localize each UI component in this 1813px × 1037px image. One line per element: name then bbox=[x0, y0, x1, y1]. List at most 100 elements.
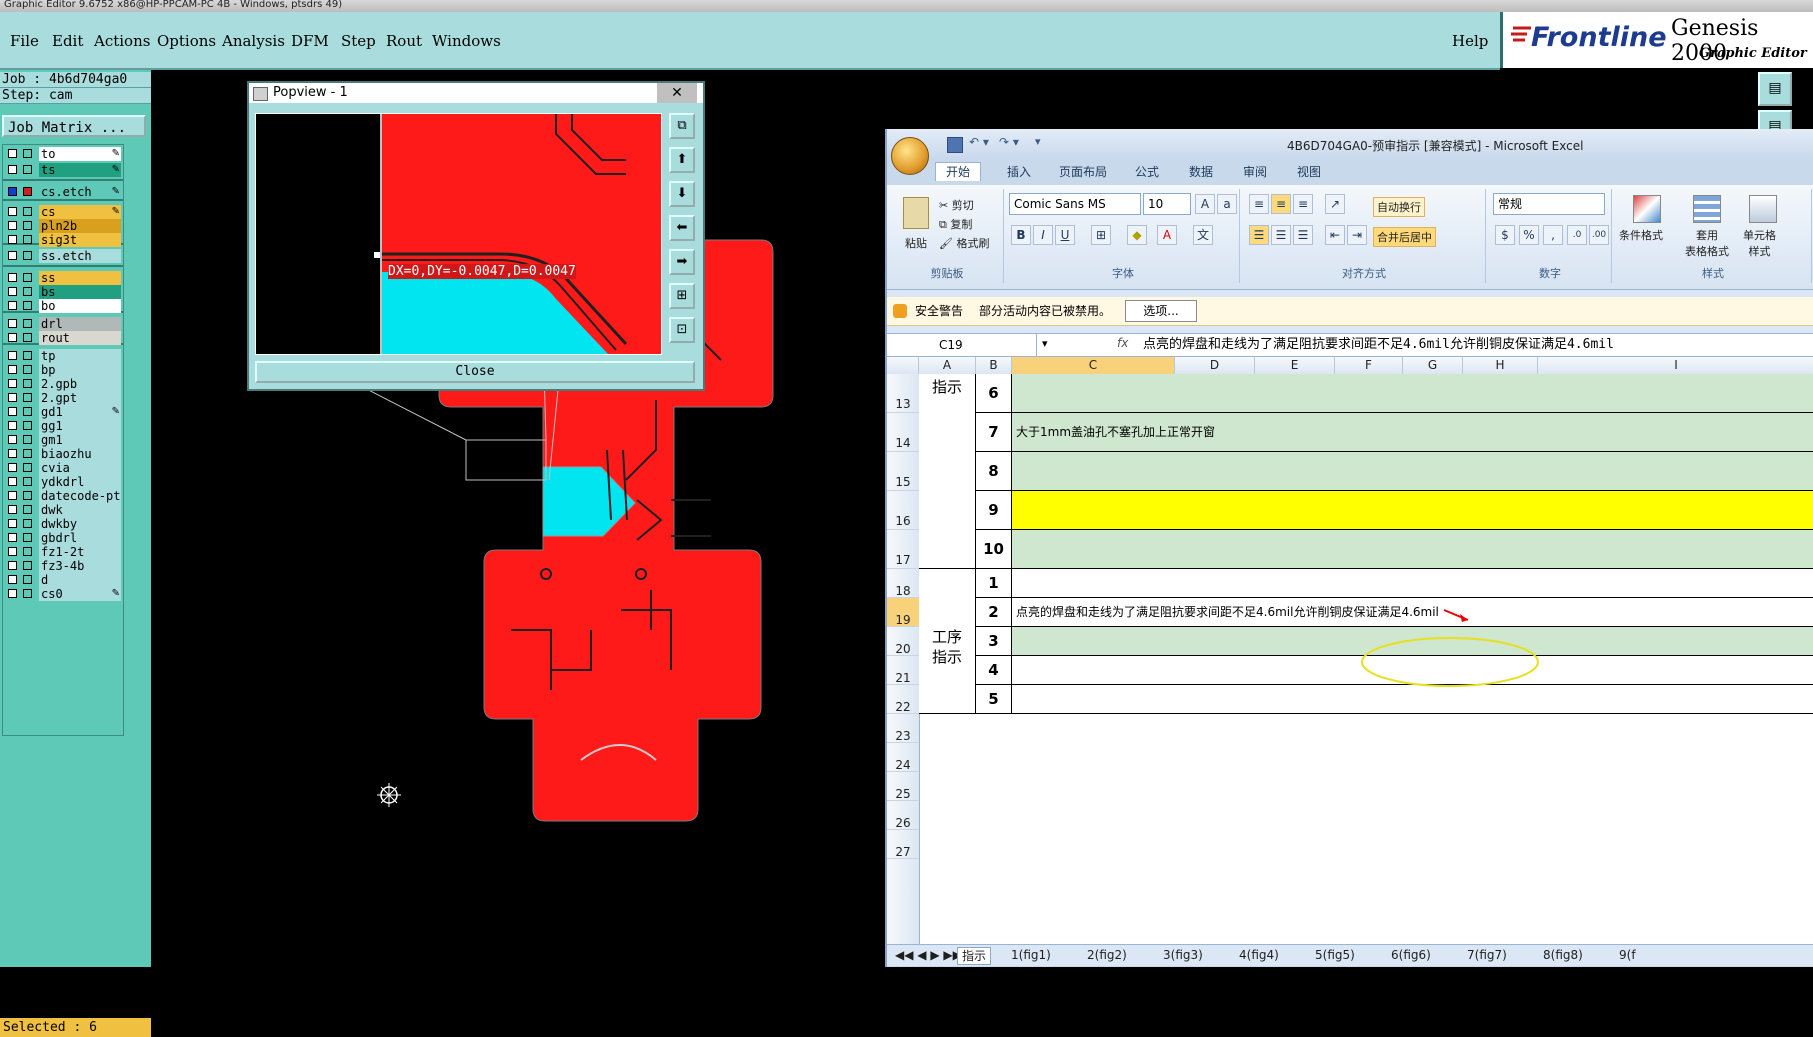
layer-display-checkbox[interactable] bbox=[8, 301, 17, 310]
column-header[interactable]: D bbox=[1175, 357, 1255, 374]
close-icon[interactable]: ✕ bbox=[657, 83, 697, 103]
orientation-icon[interactable]: ↗ bbox=[1325, 194, 1345, 214]
layer-display-checkbox[interactable] bbox=[8, 235, 17, 244]
table-row[interactable]: 8 bbox=[976, 452, 1813, 491]
paste-icon[interactable] bbox=[903, 197, 929, 229]
row-header[interactable]: 24 bbox=[887, 743, 919, 772]
table-row[interactable]: 7 大于1mm盖油孔不塞孔加上正常开窗 bbox=[976, 413, 1813, 452]
table-format-icon[interactable] bbox=[1693, 195, 1721, 223]
layer-affected-checkbox[interactable] bbox=[23, 435, 32, 444]
layer-affected-checkbox[interactable] bbox=[23, 379, 32, 388]
layer-display-checkbox[interactable] bbox=[8, 393, 17, 402]
tab-review[interactable]: 审阅 bbox=[1243, 163, 1267, 181]
row-header[interactable]: 20 bbox=[887, 627, 919, 656]
layer-row[interactable]: bo bbox=[3, 299, 123, 313]
layer-display-checkbox[interactable] bbox=[8, 149, 17, 158]
layer-name[interactable]: ss bbox=[39, 271, 121, 285]
layer-affected-checkbox[interactable] bbox=[23, 333, 32, 342]
layer-name[interactable]: to bbox=[39, 147, 121, 161]
layer-display-checkbox[interactable] bbox=[8, 319, 17, 328]
layer-display-checkbox[interactable] bbox=[8, 547, 17, 556]
layer-affected-checkbox[interactable] bbox=[23, 449, 32, 458]
layer-display-checkbox[interactable] bbox=[8, 273, 17, 282]
layer-display-checkbox[interactable] bbox=[8, 575, 17, 584]
row-header[interactable]: 27 bbox=[887, 830, 919, 859]
layer-affected-checkbox[interactable] bbox=[23, 365, 32, 374]
shrink-font-icon[interactable]: a bbox=[1217, 194, 1237, 214]
layer-display-checkbox[interactable] bbox=[8, 165, 17, 174]
layer-affected-checkbox[interactable] bbox=[23, 505, 32, 514]
layer-row[interactable]: ss bbox=[3, 271, 123, 285]
layer-row[interactable]: cs.etch ✎ bbox=[3, 185, 123, 199]
layer-row[interactable]: gg1 bbox=[3, 419, 123, 433]
security-options-button[interactable]: 选项... bbox=[1125, 300, 1197, 322]
pan-right-icon[interactable]: ➡ bbox=[669, 249, 695, 275]
menu-analysis[interactable]: Analysis bbox=[222, 32, 285, 50]
conditional-format-button[interactable]: 条件格式 bbox=[1619, 227, 1663, 243]
layer-display-checkbox[interactable] bbox=[8, 251, 17, 260]
menu-help[interactable]: Help bbox=[1452, 32, 1488, 50]
comma-icon[interactable]: , bbox=[1543, 225, 1563, 245]
layer-name[interactable]: dwk bbox=[39, 503, 121, 517]
paste-button[interactable]: 粘贴 bbox=[905, 235, 927, 251]
column-header[interactable]: C bbox=[1012, 357, 1175, 374]
excel-titlebar[interactable]: ↶ ▾ ↷ ▾ ▾ 4B6D704GA0-预审指示 [兼容模式] - Micro… bbox=[887, 129, 1813, 159]
pan-up-icon[interactable]: ⬆ bbox=[669, 147, 695, 173]
office-button[interactable] bbox=[891, 137, 929, 175]
layer-display-checkbox[interactable] bbox=[8, 589, 17, 598]
layer-row[interactable]: ss.etch bbox=[3, 249, 123, 263]
layer-affected-checkbox[interactable] bbox=[23, 421, 32, 430]
layer-name[interactable]: dwkby bbox=[39, 517, 121, 531]
layer-row[interactable]: tp bbox=[3, 349, 123, 363]
layer-display-checkbox[interactable] bbox=[8, 221, 17, 230]
increase-indent-icon[interactable]: ⇥ bbox=[1347, 225, 1367, 245]
sheet-tab[interactable]: 2(fig2) bbox=[1087, 947, 1127, 963]
increase-decimal-icon[interactable]: .0 bbox=[1567, 225, 1587, 245]
border-icon[interactable]: ⊞ bbox=[1091, 225, 1111, 245]
popview-titlebar[interactable]: Popview - 1 ✕ bbox=[249, 83, 703, 103]
layer-affected-checkbox[interactable] bbox=[23, 547, 32, 556]
layer-name[interactable]: bs bbox=[39, 285, 121, 299]
menu-windows[interactable]: Windows bbox=[432, 32, 501, 50]
menu-rout[interactable]: Rout bbox=[386, 32, 422, 50]
layer-name[interactable]: pln2b bbox=[39, 219, 121, 233]
sheet-tab[interactable]: 5(fig5) bbox=[1315, 947, 1355, 963]
layer-row[interactable]: biaozhu bbox=[3, 447, 123, 461]
sheet-tab[interactable]: 8(fig8) bbox=[1543, 947, 1583, 963]
layer-affected-checkbox[interactable] bbox=[23, 187, 32, 196]
zoom-in-icon[interactable]: ⊞ bbox=[669, 283, 695, 309]
row-header[interactable]: 14 bbox=[887, 413, 919, 452]
underline-icon[interactable]: U bbox=[1055, 225, 1075, 245]
layer-row[interactable]: 2.gpt bbox=[3, 391, 123, 405]
bold-icon[interactable]: B bbox=[1011, 225, 1031, 245]
layer-name[interactable]: cs.etch bbox=[39, 185, 121, 199]
layer-affected-checkbox[interactable] bbox=[23, 589, 32, 598]
layer-affected-checkbox[interactable] bbox=[23, 149, 32, 158]
layer-affected-checkbox[interactable] bbox=[23, 351, 32, 360]
italic-icon[interactable]: I bbox=[1033, 225, 1053, 245]
font-name-select[interactable]: Comic Sans MS bbox=[1009, 193, 1141, 215]
layer-affected-checkbox[interactable] bbox=[23, 319, 32, 328]
layer-row[interactable]: bs bbox=[3, 285, 123, 299]
layer-row[interactable]: cs0 ✎ bbox=[3, 587, 123, 601]
layer-row[interactable]: ts ✎ bbox=[3, 163, 123, 177]
layer-row[interactable]: cvia bbox=[3, 461, 123, 475]
layer-affected-checkbox[interactable] bbox=[23, 207, 32, 216]
save-icon[interactable] bbox=[947, 137, 963, 153]
layer-display-checkbox[interactable] bbox=[8, 351, 17, 360]
layer-row[interactable]: to ✎ bbox=[3, 147, 123, 161]
job-matrix-button[interactable]: Job Matrix ... bbox=[2, 115, 146, 137]
column-header[interactable]: A bbox=[919, 357, 976, 374]
process-section-label[interactable]: 工序 指示 bbox=[919, 569, 976, 714]
cell-style-button[interactable]: 单元格 样式 bbox=[1743, 227, 1776, 259]
layer-name[interactable]: gm1 bbox=[39, 433, 121, 447]
layer-row[interactable]: 2.gpb bbox=[3, 377, 123, 391]
cell-style-icon[interactable] bbox=[1749, 195, 1777, 223]
layer-display-checkbox[interactable] bbox=[8, 435, 17, 444]
layer-row[interactable]: ydkdrl bbox=[3, 475, 123, 489]
layer-name[interactable]: rout bbox=[39, 331, 121, 345]
decrease-indent-icon[interactable]: ⇤ bbox=[1325, 225, 1345, 245]
row-header[interactable]: 13 bbox=[887, 374, 919, 413]
phonetic-icon[interactable]: 文 bbox=[1193, 225, 1213, 245]
menu-dfm[interactable]: DFM bbox=[291, 32, 329, 50]
